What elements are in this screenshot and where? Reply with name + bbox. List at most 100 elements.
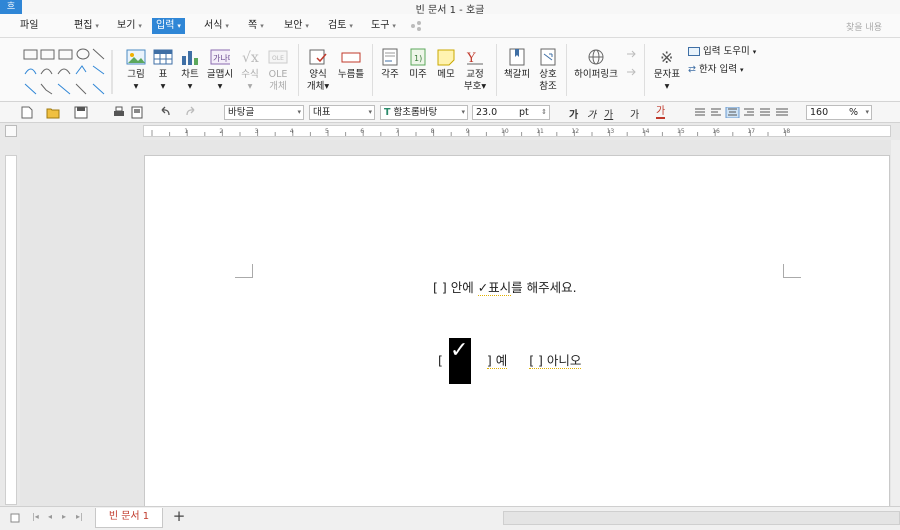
menu-insert[interactable]: 입력 ▾ xyxy=(152,18,185,34)
input-helper-icon xyxy=(688,47,700,56)
table-label: 표 xyxy=(158,69,168,80)
ribbon-separator xyxy=(644,44,645,96)
alignment-icons[interactable] xyxy=(694,107,790,118)
shapes-icon[interactable] xyxy=(22,44,118,98)
insert-endnote-button[interactable]: 1) 미주 xyxy=(406,48,430,81)
document-page[interactable] xyxy=(144,155,890,515)
underline-button[interactable]: 가 xyxy=(604,106,613,121)
menu-format[interactable]: 서식 ▾ xyxy=(200,18,233,34)
crossref-label-2: 참조 xyxy=(539,81,557,92)
hanja-input-label: 한자 입력 xyxy=(699,64,737,75)
menu-security[interactable]: 보안 ▾ xyxy=(280,18,313,34)
first-tab-icon[interactable]: |◂ xyxy=(32,512,39,521)
add-tab-button[interactable]: + xyxy=(170,509,188,525)
menu-review[interactable]: 검토 ▾ xyxy=(324,18,357,34)
symbol-label: 문자표 xyxy=(653,69,681,80)
table-icon xyxy=(153,49,173,65)
insert-button-field-button[interactable]: 누름틀 xyxy=(336,48,366,81)
ruler-tick-label: 7 xyxy=(395,128,399,135)
insert-crossref-button[interactable]: 상호 참조 xyxy=(535,48,561,93)
redo-icon[interactable] xyxy=(184,106,198,119)
ruler-tick-label: 2 xyxy=(219,128,223,135)
crossref-label: 상호 xyxy=(539,69,557,80)
insert-footnote-button[interactable]: 각주 xyxy=(378,48,402,81)
insert-proofreading-button[interactable]: Y 교정 부호▾ xyxy=(462,48,488,93)
insert-wordart-button[interactable]: 가나다 글맵시▾ xyxy=(206,48,234,93)
line1-text-end: 를 해주세요. xyxy=(511,280,577,295)
ruler-tick-label: 12 xyxy=(571,128,579,135)
menu-view[interactable]: 보기 ▾ xyxy=(113,18,146,34)
menu-tools[interactable]: 도구 ▾ xyxy=(367,18,400,34)
shape-gallery[interactable] xyxy=(22,44,118,98)
font-size-input[interactable]: 23.0 pt ⇕ xyxy=(472,105,550,120)
insert-memo-button[interactable]: 메모 xyxy=(434,48,458,81)
ruler-tick-label: 8 xyxy=(431,128,435,135)
chevron-down-icon: ▾ xyxy=(368,108,372,116)
ruler-tick-label: 18 xyxy=(783,128,791,135)
tab-document-1[interactable]: 빈 문서 1 xyxy=(95,508,163,528)
font-color-button[interactable]: 가 xyxy=(656,106,666,119)
insert-ole-button[interactable]: OLE OLE 개체 xyxy=(266,48,290,93)
save-icon[interactable] xyxy=(74,106,88,119)
vertical-scrollbar[interactable] xyxy=(891,140,900,506)
font-value: 함초롬바탕 xyxy=(393,107,438,118)
share-icon[interactable] xyxy=(410,20,422,32)
horizontal-scrollbar[interactable] xyxy=(503,511,900,525)
ruler-tick-label: 14 xyxy=(642,128,650,135)
picture-icon xyxy=(126,49,146,65)
ruler-tick-label: 6 xyxy=(360,128,364,135)
insert-formula-button[interactable]: √x 수식 ▾ xyxy=(238,48,262,93)
svg-text:가나다: 가나다 xyxy=(213,54,230,63)
input-helper-button[interactable]: 입력 도우미 ▾ xyxy=(688,46,768,58)
ruler-corner-button[interactable] xyxy=(5,125,17,137)
button-field-icon xyxy=(341,52,361,63)
hanja-icon: ⇄ xyxy=(688,64,696,75)
undo-icon[interactable] xyxy=(158,106,172,119)
insert-bookmark-button[interactable]: 책갈피 xyxy=(502,48,532,81)
hanja-input-button[interactable]: ⇄ 한자 입력 ▾ xyxy=(688,64,768,76)
bold-button[interactable]: 가 xyxy=(569,106,578,121)
print-preview-icon[interactable] xyxy=(130,106,144,119)
footnote-label: 각주 xyxy=(381,69,399,80)
menu-edit[interactable]: 편집 ▾ xyxy=(70,18,103,34)
insert-table-button[interactable]: 표 ▾ xyxy=(152,48,174,93)
horizontal-ruler[interactable]: 1 2 3 4 5 6 7 8 9 10 11 12 13 14 15 16 17 18 xyxy=(143,125,891,137)
strikethrough-button[interactable]: 가 xyxy=(630,106,639,121)
page-icon[interactable] xyxy=(10,513,20,523)
crossref-icon xyxy=(540,48,556,66)
open-folder-icon[interactable] xyxy=(46,106,60,119)
last-tab-icon[interactable]: ▸| xyxy=(76,512,83,521)
next-tab-icon[interactable]: ▸ xyxy=(62,512,66,521)
zoom-value: 160 xyxy=(810,107,829,118)
no-option-label: [ ] 아니오 xyxy=(529,353,582,369)
insert-chart-button[interactable]: 차트 ▾ xyxy=(178,48,202,93)
insert-hyperlink-button[interactable]: 하이퍼링크 xyxy=(572,48,620,81)
ruler-tick-label: 15 xyxy=(677,128,685,135)
language-select[interactable]: 대표 ▾ xyxy=(309,105,375,120)
margin-corner-mark xyxy=(783,264,801,278)
new-document-icon[interactable] xyxy=(20,106,34,119)
zoom-select[interactable]: 160% ▾ xyxy=(806,105,872,120)
ole-label-2: 개체 xyxy=(269,81,287,92)
menu-page[interactable]: 쪽 ▾ xyxy=(244,18,268,34)
menu-file[interactable]: 파일 xyxy=(16,18,42,34)
selected-checkbox-block[interactable]: ✓ xyxy=(449,338,471,384)
font-type-icon: T xyxy=(384,107,391,118)
chevron-down-icon: ▾ xyxy=(297,108,301,116)
ruler-tick-label: 3 xyxy=(255,128,259,135)
bottom-bar: |◂ ◂ ▸ ▸| 빈 문서 1 + xyxy=(0,506,900,530)
search-input[interactable]: 찾을 내용 xyxy=(846,20,896,33)
prev-tab-icon[interactable]: ◂ xyxy=(48,512,52,521)
insert-form-object-button[interactable]: 양식 개체▾ xyxy=(304,48,332,93)
italic-button[interactable]: 가 xyxy=(587,106,596,121)
font-select[interactable]: T 함초롬바탕 ▾ xyxy=(380,105,468,120)
ole-icon: OLE xyxy=(268,50,288,64)
form-object-label-2: 개체▾ xyxy=(306,81,330,92)
insert-symbol-button[interactable]: ※ 문자표 ▾ xyxy=(652,48,682,93)
style-select[interactable]: 바탕글 ▾ xyxy=(224,105,304,120)
footnote-icon xyxy=(382,48,398,66)
button-field-label: 누름틀 xyxy=(337,69,365,80)
insert-picture-button[interactable]: 그림 ▾ xyxy=(124,48,148,93)
vertical-ruler[interactable] xyxy=(5,155,17,505)
print-icon[interactable] xyxy=(112,106,126,119)
